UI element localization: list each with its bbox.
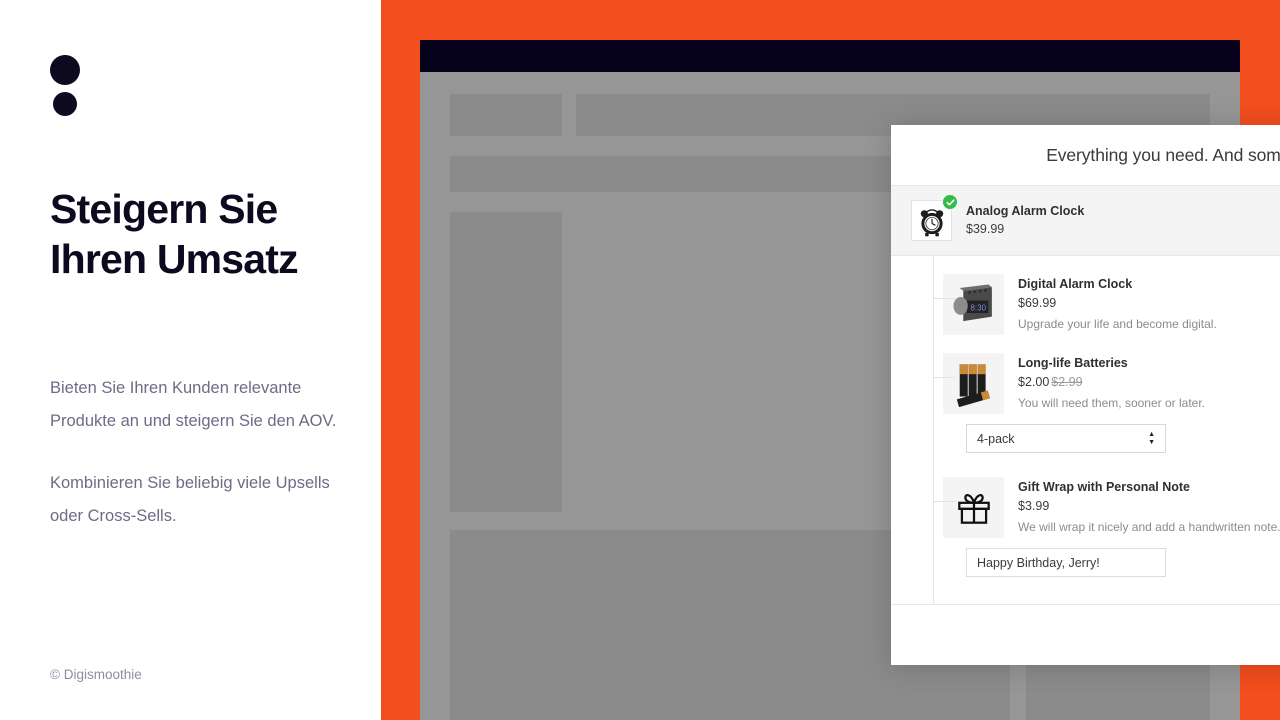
modal-title: Everything you need. And something extra… [1046, 144, 1280, 165]
svg-text:8:30: 8:30 [970, 303, 986, 312]
upsell-item-price-value: $2.00 [1018, 375, 1050, 389]
preview-stage: Everything you need. And something extra… [381, 0, 1280, 720]
upsell-item-name: Gift Wrap with Personal Note [1018, 480, 1191, 494]
gift-icon [943, 477, 1004, 538]
upsell-item: 8:30 Digital Alarm Clock $69.99 Upgrade … [891, 256, 1280, 335]
personal-note-input[interactable] [966, 548, 1166, 577]
check-icon [942, 194, 958, 210]
variant-select[interactable]: 4-pack ▲ ▼ [966, 424, 1166, 453]
personal-note-wrapper [891, 548, 1280, 577]
upsell-item-price: $69.99 [1018, 293, 1280, 313]
digital-alarm-clock-image: 8:30 [943, 274, 1004, 335]
copyright-notice: © Digismoothie [50, 667, 142, 682]
mockup-topbar [420, 40, 1240, 72]
page-title: Steigern Sie Ihren Umsatz [50, 186, 299, 282]
upsell-item-body: Long-life Batteries $2.00 $2.99 You will … [1018, 353, 1280, 413]
upsell-item-description: We will wrap it nicely and add a handwri… [1018, 520, 1280, 534]
mockup-placeholder-block [450, 94, 562, 136]
marketing-paragraph-2: Kombinieren Sie beliebig viele Upsells o… [50, 474, 330, 525]
upsell-item: Gift Wrap with Personal Note $3.99 We wi… [891, 453, 1280, 538]
base-product-name: Analog Alarm Clock [966, 203, 1085, 218]
digismoothie-logo [50, 55, 80, 120]
upsell-item-price: $2.00 $2.99 [1018, 372, 1280, 392]
upsell-item-name: Long-life Batteries [1018, 356, 1128, 370]
tree-branch [933, 377, 955, 378]
upsell-modal: Everything you need. And something extra… [891, 125, 1280, 665]
upsell-item-description: You will need them, sooner or later. [1018, 396, 1206, 410]
tree-branch [933, 298, 955, 299]
upsell-item-name: Digital Alarm Clock [1018, 277, 1133, 291]
upsell-item-body: Gift Wrap with Personal Note $3.99 We wi… [1018, 477, 1280, 537]
upsell-item-description: Upgrade your life and become digital. [1018, 317, 1217, 331]
logo-dot-small [53, 92, 77, 116]
upsell-item-body: Digital Alarm Clock $69.99 Upgrade your … [1018, 274, 1280, 334]
mockup-placeholder-block [450, 212, 562, 512]
upsell-item-compare-price: $2.99 [1051, 375, 1083, 389]
marketing-copy: Bieten Sie Ihren Kunden relevante Produk… [50, 372, 350, 533]
batteries-image [943, 353, 1004, 414]
base-product-row: Analog Alarm Clock $39.99 [891, 185, 1280, 256]
tree-branch [933, 501, 955, 502]
modal-header: Everything you need. And something extra… [891, 125, 1280, 185]
upsell-item: Long-life Batteries $2.00 $2.99 You will … [891, 335, 1280, 414]
variant-select-wrapper: 4-pack ▲ ▼ [891, 424, 1280, 453]
upsell-item-price: $3.99 [1018, 496, 1280, 516]
base-product-thumbnail [911, 194, 958, 241]
variant-select-value: 4-pack [977, 431, 1015, 446]
base-product-price: $39.99 [966, 221, 1005, 236]
chevron-updown-icon: ▲ ▼ [1148, 430, 1155, 446]
modal-footer: CONTINUE › [891, 604, 1280, 665]
marketing-paragraph-1: Bieten Sie Ihren Kunden relevante Produk… [50, 379, 337, 430]
logo-dot-large [50, 55, 80, 85]
base-product-info: Analog Alarm Clock $39.99 [966, 203, 1084, 239]
upsell-item-price-value: $69.99 [1018, 296, 1057, 310]
upsell-item-price-value: $3.99 [1018, 499, 1050, 513]
page-root: Steigern Sie Ihren Umsatz Bieten Sie Ihr… [0, 0, 1280, 720]
left-marketing-panel: Steigern Sie Ihren Umsatz Bieten Sie Ihr… [0, 0, 381, 720]
upsell-items-list: 8:30 Digital Alarm Clock $69.99 Upgrade … [891, 256, 1280, 604]
